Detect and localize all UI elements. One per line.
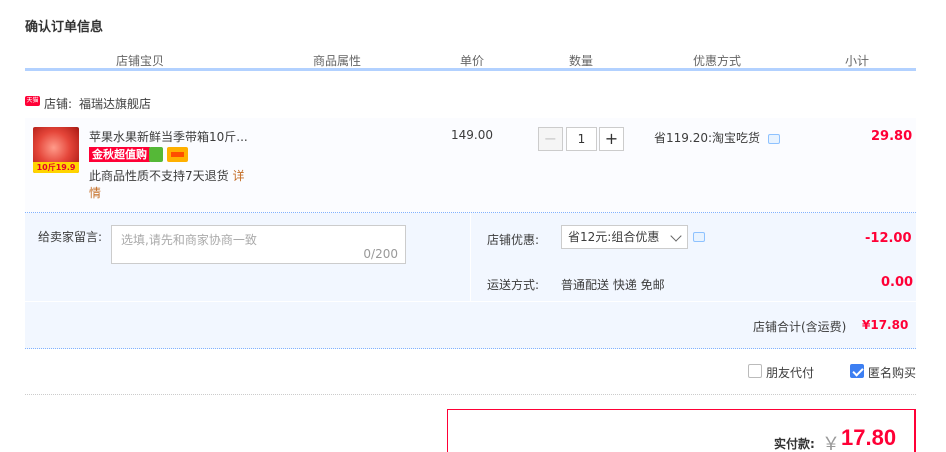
header-subtotal: 小计	[845, 54, 870, 68]
tmall-shop-icon: 天猫	[25, 96, 40, 106]
promo-badge: 金秋超值购	[89, 147, 150, 162]
section-divider	[25, 394, 916, 395]
item-discount: 省119.20:淘宝吃货	[654, 131, 761, 145]
item-subtotal: 29.80	[871, 129, 913, 144]
return-policy-text: 此商品性质不支持7天退货	[89, 169, 229, 183]
anonymous-label[interactable]: 匿名购买	[868, 364, 916, 381]
payment-currency: ￥	[822, 434, 840, 452]
payment-amount: 17.80	[841, 425, 897, 450]
shop-discount-value: -12.00	[865, 231, 912, 246]
shop-discount-select[interactable]: 省12元:组合优惠	[561, 225, 688, 249]
header-unit-price: 单价	[460, 54, 485, 68]
page-title: 确认订单信息	[25, 20, 104, 35]
header-item: 店铺宝贝	[116, 54, 165, 68]
service-icon	[149, 147, 163, 162]
friend-pay-checkbox[interactable]	[748, 364, 762, 378]
message-label: 给卖家留言:	[38, 230, 103, 244]
message-placeholder: 选填,请先和商家协商一致	[121, 233, 257, 247]
shipping-method: 普通配送 快递 免邮	[561, 278, 665, 292]
shop-discount-selected: 省12元:组合优惠	[568, 230, 660, 244]
header-divider	[25, 68, 916, 71]
shop-total-label: 店铺合计(含运费)	[753, 320, 847, 334]
decrease-quantity-button[interactable]: −	[538, 127, 563, 151]
card-icon	[167, 147, 188, 162]
header-attributes: 商品属性	[313, 54, 362, 68]
anonymous-checkbox[interactable]	[850, 364, 864, 378]
shipping-cost: 0.00	[881, 275, 914, 290]
chevron-down-icon	[670, 230, 682, 242]
shop-total-value: ¥17.80	[862, 318, 909, 332]
panel-divider	[470, 213, 471, 301]
shop-discount-label: 店铺优惠:	[487, 233, 540, 247]
thumbnail-price-tag: 10斤19.9	[33, 162, 79, 173]
message-char-count: 0/200	[363, 247, 398, 261]
shop-prefix: 店铺:	[44, 97, 73, 111]
product-title-link[interactable]: 苹果水果新鲜当季带箱10斤...	[89, 128, 248, 145]
chat-icon[interactable]	[768, 134, 780, 144]
quantity-input[interactable]: 1	[566, 127, 597, 151]
increase-quantity-button[interactable]: +	[599, 127, 624, 151]
panel-divider	[25, 301, 916, 302]
chat-icon[interactable]	[693, 232, 705, 242]
shipping-label: 运送方式:	[487, 278, 540, 292]
header-quantity: 数量	[569, 54, 594, 68]
return-policy-notice: 此商品性质不支持7天退货 详情	[89, 168, 254, 202]
payment-label: 实付款:	[774, 437, 815, 451]
friend-pay-label[interactable]: 朋友代付	[766, 364, 814, 381]
unit-price: 149.00	[451, 128, 493, 142]
shop-name-link[interactable]: 福瑞达旗舰店	[79, 95, 151, 112]
message-textarea[interactable]: 选填,请先和商家协商一致 0/200	[111, 225, 406, 264]
header-discount: 优惠方式	[693, 54, 742, 68]
product-thumbnail[interactable]: 10斤19.9	[33, 127, 79, 173]
